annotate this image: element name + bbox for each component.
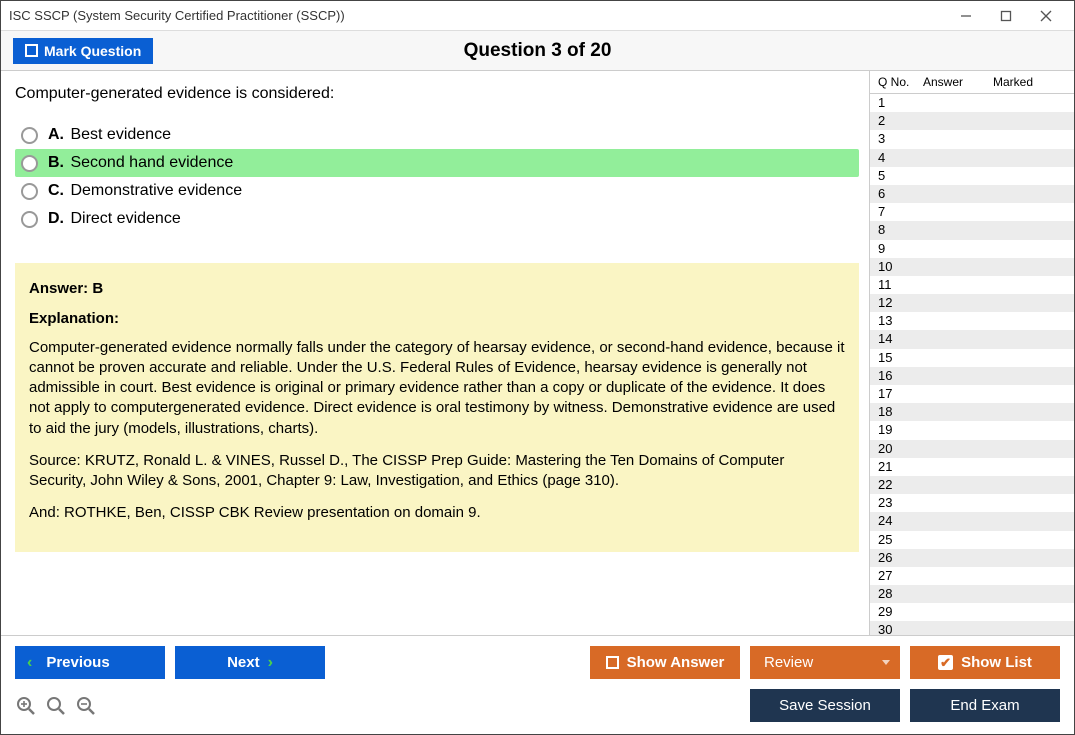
list-item[interactable]: 10	[870, 258, 1074, 276]
list-item[interactable]: 1	[870, 94, 1074, 112]
radio-icon	[21, 183, 38, 200]
mark-question-label: Mark Question	[44, 43, 141, 59]
col-marked: Marked	[993, 75, 1070, 89]
footer-row-2: Save Session End Exam	[15, 689, 1060, 722]
list-item[interactable]: 4	[870, 149, 1074, 167]
option-letter: D.	[48, 210, 64, 227]
save-session-label: Save Session	[779, 697, 871, 714]
checkbox-icon	[25, 44, 38, 57]
zoom-in-icon[interactable]	[15, 695, 37, 717]
list-item[interactable]: 28	[870, 585, 1074, 603]
list-item[interactable]: 17	[870, 385, 1074, 403]
app-window: ISC SSCP (System Security Certified Prac…	[0, 0, 1075, 735]
save-session-button[interactable]: Save Session	[750, 689, 900, 722]
end-exam-button[interactable]: End Exam	[910, 689, 1060, 722]
titlebar: ISC SSCP (System Security Certified Prac…	[1, 1, 1074, 31]
list-item[interactable]: 25	[870, 531, 1074, 549]
option-text: Second hand evidence	[70, 154, 233, 171]
maximize-icon[interactable]	[986, 2, 1026, 30]
list-item[interactable]: 18	[870, 403, 1074, 421]
option-b[interactable]: B. Second hand evidence	[15, 149, 859, 177]
question-counter: Question 3 of 20	[464, 40, 612, 62]
chevron-right-icon: ›	[268, 654, 273, 672]
question-panel: Computer-generated evidence is considere…	[1, 71, 869, 635]
list-item[interactable]: 13	[870, 312, 1074, 330]
list-item[interactable]: 3	[870, 130, 1074, 148]
mark-question-button[interactable]: Mark Question	[13, 38, 153, 64]
list-item[interactable]: 24	[870, 512, 1074, 530]
question-list-panel: Q No. Answer Marked 12345678910111213141…	[869, 71, 1074, 635]
radio-icon	[21, 127, 38, 144]
previous-button[interactable]: ‹ Previous	[15, 646, 165, 679]
list-item[interactable]: 20	[870, 440, 1074, 458]
list-header: Q No. Answer Marked	[870, 71, 1074, 94]
show-answer-label: Show Answer	[627, 654, 725, 671]
list-item[interactable]: 22	[870, 476, 1074, 494]
radio-icon	[21, 155, 38, 172]
list-item[interactable]: 9	[870, 240, 1074, 258]
next-label: Next	[227, 654, 260, 671]
option-text: Demonstrative evidence	[70, 182, 242, 199]
zoom-reset-icon[interactable]	[45, 695, 67, 717]
col-answer: Answer	[923, 75, 993, 89]
radio-icon	[21, 211, 38, 228]
header-bar: Mark Question Question 3 of 20	[1, 31, 1074, 71]
option-text: Direct evidence	[70, 210, 180, 227]
review-dropdown[interactable]: Review	[750, 646, 900, 679]
question-stem: Computer-generated evidence is considere…	[15, 85, 859, 103]
end-exam-label: End Exam	[950, 697, 1019, 714]
list-item[interactable]: 14	[870, 330, 1074, 348]
list-item[interactable]: 2	[870, 112, 1074, 130]
window-controls	[946, 2, 1066, 30]
list-item[interactable]: 26	[870, 549, 1074, 567]
chevron-down-icon	[882, 660, 890, 665]
show-list-label: Show List	[961, 654, 1032, 671]
question-list[interactable]: 1234567891011121314151617181920212223242…	[870, 94, 1074, 635]
show-answer-button[interactable]: Show Answer	[590, 646, 740, 679]
list-item[interactable]: 27	[870, 567, 1074, 585]
list-item[interactable]: 30	[870, 621, 1074, 635]
chevron-left-icon: ‹	[27, 654, 32, 672]
answer-line: Answer: B	[29, 279, 845, 299]
explanation-paragraph: Computer-generated evidence normally fal…	[29, 338, 845, 439]
next-button[interactable]: Next ›	[175, 646, 325, 679]
explanation-paragraph: And: ROTHKE, Ben, CISSP CBK Review prese…	[29, 503, 845, 523]
show-list-button[interactable]: ✔ Show List	[910, 646, 1060, 679]
list-item[interactable]: 15	[870, 349, 1074, 367]
list-item[interactable]: 8	[870, 221, 1074, 239]
list-item[interactable]: 6	[870, 185, 1074, 203]
previous-label: Previous	[46, 654, 109, 671]
body: Computer-generated evidence is considere…	[1, 71, 1074, 635]
review-label: Review	[764, 654, 813, 671]
list-item[interactable]: 23	[870, 494, 1074, 512]
option-a[interactable]: A. Best evidence	[15, 121, 859, 149]
option-d[interactable]: D. Direct evidence	[15, 205, 859, 233]
list-item[interactable]: 11	[870, 276, 1074, 294]
zoom-out-icon[interactable]	[75, 695, 97, 717]
list-item[interactable]: 7	[870, 203, 1074, 221]
list-item[interactable]: 19	[870, 421, 1074, 439]
explanation-heading: Explanation:	[29, 309, 845, 329]
option-letter: A.	[48, 126, 64, 143]
close-icon[interactable]	[1026, 2, 1066, 30]
explanation-paragraph: Source: KRUTZ, Ronald L. & VINES, Russel…	[29, 451, 845, 492]
window-title: ISC SSCP (System Security Certified Prac…	[9, 8, 946, 23]
zoom-controls	[15, 695, 97, 717]
check-icon: ✔	[938, 655, 953, 670]
footer-row-1: ‹ Previous Next › Show Answer Review ✔ S…	[15, 646, 1060, 679]
option-letter: B.	[48, 154, 64, 171]
list-item[interactable]: 5	[870, 167, 1074, 185]
minimize-icon[interactable]	[946, 2, 986, 30]
list-item[interactable]: 21	[870, 458, 1074, 476]
list-item[interactable]: 16	[870, 367, 1074, 385]
option-c[interactable]: C. Demonstrative evidence	[15, 177, 859, 205]
option-text: Best evidence	[70, 126, 171, 143]
col-qno: Q No.	[878, 75, 923, 89]
list-item[interactable]: 12	[870, 294, 1074, 312]
explanation-box: Answer: B Explanation: Computer-generate…	[15, 263, 859, 552]
checkbox-icon	[606, 656, 619, 669]
footer: ‹ Previous Next › Show Answer Review ✔ S…	[1, 635, 1074, 734]
option-letter: C.	[48, 182, 64, 199]
list-item[interactable]: 29	[870, 603, 1074, 621]
